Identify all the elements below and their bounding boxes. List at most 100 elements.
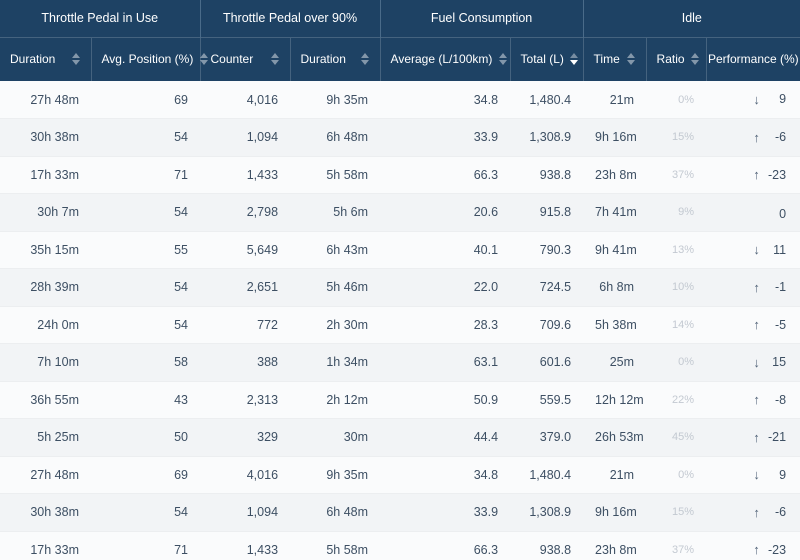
cell-fuel-total: 1,308.9: [510, 118, 584, 157]
column-header-over90-counter[interactable]: Counter: [200, 36, 291, 81]
sort-toggle-icon[interactable]: [72, 53, 81, 66]
cell-fuel-total: 938.8: [510, 531, 584, 560]
column-header-label: Duration: [10, 51, 56, 66]
cell-counter: 772: [200, 306, 291, 344]
cell-idle-performance: ↓ 9: [706, 456, 800, 494]
table-row[interactable]: 28h 39m 54 2,651 5h 46m 22.0 724.5 6h 8m 10% ↑ -1: [0, 268, 800, 307]
cell-throttle-duration: 28h 39m: [0, 268, 91, 307]
table-row[interactable]: 30h 7m 54 2,798 5h 6m 20.6 915.8 7h 41m 9% 0: [0, 193, 800, 232]
cell-fuel-average: 66.3: [380, 531, 511, 560]
trend-up-icon: ↑: [753, 504, 760, 520]
trend-down-icon: ↓: [753, 354, 760, 370]
cell-over90-duration: 5h 46m: [290, 268, 381, 307]
group-header-throttle-pedal-in-use: Throttle Pedal in Use: [0, 0, 201, 37]
cell-over90-duration: 30m: [290, 418, 381, 457]
trend-up-icon: ↑: [753, 542, 760, 557]
cell-fuel-total: 1,308.9: [510, 493, 584, 532]
cell-idle-performance: ↑ -6: [706, 118, 800, 157]
column-header-fuel-average[interactable]: Average (L/100km): [380, 36, 511, 81]
column-header-label: Avg. Position (%): [101, 51, 194, 66]
cell-fuel-total: 1,480.4: [510, 456, 584, 494]
cell-over90-duration: 5h 58m: [290, 531, 381, 560]
table-row[interactable]: 30h 38m 54 1,094 6h 48m 33.9 1,308.9 9h 16m 15%…: [0, 493, 800, 532]
cell-fuel-total: 559.5: [510, 381, 584, 419]
column-header-label: Ratio: [656, 51, 685, 66]
cell-fuel-average: 20.6: [380, 193, 511, 232]
cell-idle-ratio: 9%: [646, 193, 707, 232]
sort-toggle-icon[interactable]: [627, 53, 636, 66]
performance-value: 15: [772, 355, 787, 369]
table-row[interactable]: 24h 0m 54 772 2h 30m 28.3 709.6 5h 38m 14% ↑ -5: [0, 306, 800, 344]
sort-toggle-icon[interactable]: [361, 53, 370, 66]
trend-up-icon: ↑: [753, 279, 760, 295]
table-row[interactable]: 7h 10m 58 388 1h 34m 63.1 601.6 25m 0% ↓ 15: [0, 343, 800, 382]
cell-over90-duration: 6h 48m: [290, 118, 381, 157]
cell-counter: 5,649: [200, 231, 291, 269]
column-header-throttle-avg-position[interactable]: Avg. Position (%): [91, 36, 208, 81]
table-row[interactable]: 36h 55m 43 2,313 2h 12m 50.9 559.5 12h 12m 22% ↑…: [0, 381, 800, 419]
sort-toggle-icon[interactable]: [199, 53, 208, 66]
cell-avg-position: 69: [91, 456, 201, 494]
cell-idle-time: 26h 53m: [583, 418, 647, 457]
cell-throttle-duration: 30h 7m: [0, 193, 91, 232]
sort-descending-icon[interactable]: [570, 53, 579, 66]
cell-throttle-duration: 17h 33m: [0, 156, 91, 194]
table-row[interactable]: 27h 48m 69 4,016 9h 35m 34.8 1,480.4 21m 0% ↓ 9: [0, 81, 800, 119]
cell-idle-ratio: 37%: [646, 531, 707, 560]
cell-fuel-average: 28.3: [380, 306, 511, 344]
cell-idle-ratio: 0%: [646, 81, 707, 119]
performance-value: -6: [774, 505, 787, 519]
cell-idle-time: 7h 41m: [583, 193, 647, 232]
cell-idle-time: 5h 38m: [583, 306, 647, 344]
column-header-throttle-duration[interactable]: Duration: [0, 36, 92, 81]
column-header-label: Counter: [210, 51, 254, 66]
trend-up-icon: ↑: [753, 429, 760, 445]
cell-idle-ratio: 37%: [646, 156, 707, 194]
cell-idle-ratio: 14%: [646, 306, 707, 344]
cell-fuel-average: 33.9: [380, 118, 511, 157]
cell-fuel-total: 379.0: [510, 418, 584, 457]
table-row[interactable]: 17h 33m 71 1,433 5h 58m 66.3 938.8 23h 8m 37% ↑ -…: [0, 156, 800, 194]
cell-avg-position: 58: [91, 343, 201, 382]
table-row[interactable]: 17h 33m 71 1,433 5h 58m 66.3 938.8 23h 8m 37% ↑ -…: [0, 531, 800, 560]
cell-counter: 2,313: [200, 381, 291, 419]
group-header-fuel-consumption: Fuel Consumption: [380, 0, 584, 37]
cell-fuel-total: 915.8: [510, 193, 584, 232]
sort-toggle-icon[interactable]: [271, 53, 280, 66]
performance-value: -21: [768, 430, 787, 444]
column-header-idle-time[interactable]: Time: [583, 36, 647, 81]
cell-throttle-duration: 30h 38m: [0, 118, 91, 157]
cell-idle-ratio: 13%: [646, 231, 707, 269]
table-row[interactable]: 27h 48m 69 4,016 9h 35m 34.8 1,480.4 21m 0% ↓ 9: [0, 456, 800, 494]
column-header-idle-performance: Performance (%): [706, 36, 800, 81]
column-header-fuel-total[interactable]: Total (L): [510, 36, 584, 81]
table-row[interactable]: 5h 25m 50 329 30m 44.4 379.0 26h 53m 45% ↑ -21: [0, 418, 800, 457]
cell-idle-time: 23h 8m: [583, 531, 647, 560]
cell-throttle-duration: 17h 33m: [0, 531, 91, 560]
table-row[interactable]: 35h 15m 55 5,649 6h 43m 40.1 790.3 9h 41m 13% ↓ 1…: [0, 231, 800, 269]
trend-up-icon: ↑: [753, 129, 760, 145]
performance-value: 9: [779, 92, 787, 107]
cell-avg-position: 54: [91, 306, 201, 344]
performance-value: 9: [779, 467, 787, 482]
column-header-label: Time: [593, 51, 620, 66]
column-header-idle-ratio[interactable]: Ratio: [646, 36, 707, 81]
sort-toggle-icon[interactable]: [691, 53, 700, 66]
cell-throttle-duration: 27h 48m: [0, 456, 91, 494]
sort-toggle-icon[interactable]: [498, 53, 507, 66]
cell-idle-performance: 0: [706, 193, 800, 232]
cell-fuel-average: 34.8: [380, 81, 511, 119]
group-header-label: Idle: [681, 11, 702, 26]
table-row[interactable]: 30h 38m 54 1,094 6h 48m 33.9 1,308.9 9h 16m 15%…: [0, 118, 800, 157]
column-header-over90-duration[interactable]: Duration: [290, 36, 381, 81]
cell-throttle-duration: 7h 10m: [0, 343, 91, 382]
cell-idle-ratio: 15%: [646, 118, 707, 157]
cell-fuel-average: 44.4: [380, 418, 511, 457]
group-header-idle: Idle: [583, 0, 800, 37]
trend-up-icon: ↑: [753, 317, 760, 332]
cell-avg-position: 54: [91, 268, 201, 307]
cell-idle-ratio: 15%: [646, 493, 707, 532]
cell-fuel-total: 709.6: [510, 306, 584, 344]
cell-fuel-average: 22.0: [380, 268, 511, 307]
column-header-label: Performance (%): [707, 51, 799, 66]
